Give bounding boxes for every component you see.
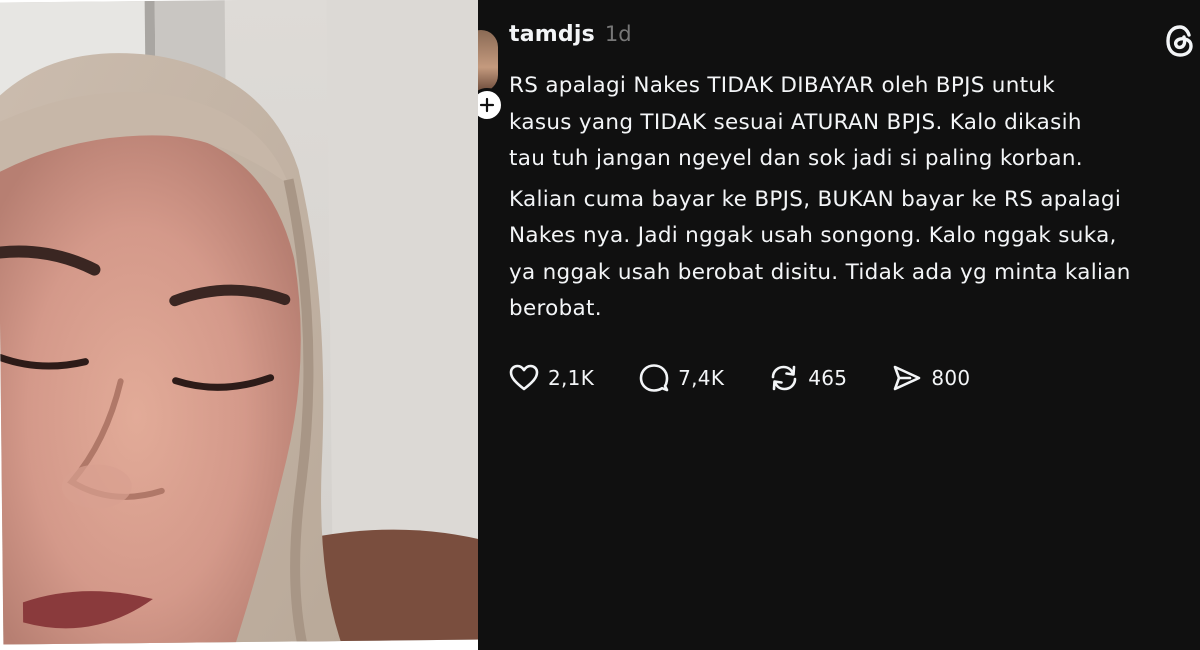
username[interactable]: tamdjs xyxy=(509,22,595,47)
post-body: RS apalagi Nakes TIDAK DIBAYAR oleh BPJS… xyxy=(509,68,1199,328)
woman-in-hijab-photo xyxy=(0,0,494,645)
plus-icon xyxy=(479,97,495,113)
heart-icon xyxy=(509,364,539,391)
threads-post: tamdjs 1d RS apalagi Nakes TIDAK DIBAYAR… xyxy=(478,0,1200,650)
post-text-line: tau tuh jangan ngeyel dan sok jadi si pa… xyxy=(509,146,1083,171)
post-paragraph-1: RS apalagi Nakes TIDAK DIBAYAR oleh BPJS… xyxy=(509,68,1199,178)
post-text-line: kasus yang TIDAK sesuai ATURAN BPJS. Kal… xyxy=(509,109,1082,135)
repost-count: 465 xyxy=(808,366,848,390)
avatar[interactable] xyxy=(478,30,498,92)
post-timestamp: 1d xyxy=(604,22,632,46)
post-paragraph-2: Kalian cuma bayar ke BPJS, BUKAN bayar k… xyxy=(509,182,1199,328)
like-count: 2,1K xyxy=(548,366,595,390)
post-header: tamdjs 1d xyxy=(509,22,632,47)
repost-icon xyxy=(771,365,797,391)
threads-logo-icon xyxy=(1166,25,1193,57)
repost-button[interactable]: 465 xyxy=(768,362,847,394)
share-button[interactable]: 800 xyxy=(891,362,970,394)
reply-count: 7,4K xyxy=(678,366,725,390)
share-count: 800 xyxy=(931,366,971,390)
post-text-line: RS apalagi Nakes TIDAK DIBAYAR oleh BPJS… xyxy=(509,73,1056,98)
video-thumbnail-photo xyxy=(0,0,494,645)
send-icon xyxy=(894,365,921,391)
post-text-line: Nakes nya. Jadi nggak usah songong. Kalo… xyxy=(509,223,1117,248)
follow-button[interactable] xyxy=(478,88,504,122)
post-actions-bar: 2,1K 7,4K 465 800 xyxy=(508,362,1014,394)
post-text-line: berobat. xyxy=(509,296,602,321)
post-text-line: Kalian cuma bayar ke BPJS, BUKAN bayar k… xyxy=(509,186,1122,212)
speech-bubble-icon xyxy=(639,364,669,392)
like-button[interactable]: 2,1K xyxy=(508,362,594,394)
reply-button[interactable]: 7,4K xyxy=(638,362,724,394)
post-text-line: ya nggak usah berobat disitu. Tidak ada … xyxy=(509,259,1131,285)
screenshot-composite: tamdjs 1d RS apalagi Nakes TIDAK DIBAYAR… xyxy=(0,0,1200,650)
